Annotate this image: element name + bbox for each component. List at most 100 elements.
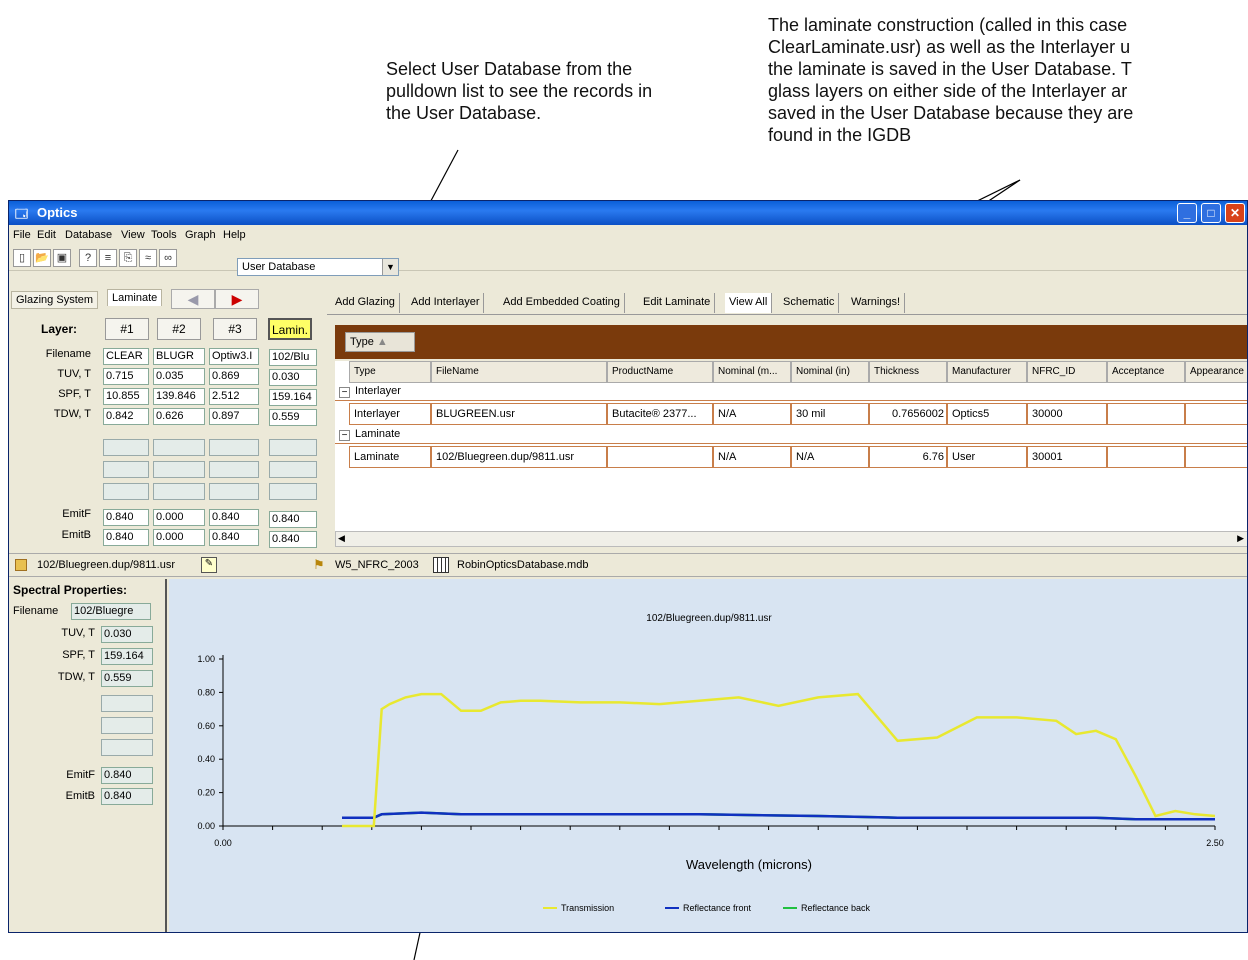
group-row-laminate[interactable]: − Laminate xyxy=(335,428,1247,444)
col-header-nfrc-id[interactable]: NFRC_ID xyxy=(1027,361,1107,383)
col-header-type[interactable]: Type xyxy=(349,361,431,383)
col-header-productname[interactable]: ProductName xyxy=(607,361,713,383)
cell-nominal-in[interactable]: 30 mil xyxy=(791,403,869,425)
menu-database[interactable]: Database xyxy=(65,229,112,241)
col-header-appearance[interactable]: Appearance xyxy=(1185,361,1247,383)
spectral-spf[interactable]: 159.164 xyxy=(101,648,153,665)
laminate-emitb[interactable]: 0.840 xyxy=(269,531,317,548)
cell-productname[interactable] xyxy=(607,446,713,468)
cell-nfrc-id[interactable]: 30000 xyxy=(1027,403,1107,425)
group-type-button[interactable]: Type ▲ xyxy=(345,332,415,352)
laminate-tdw[interactable]: 0.559 xyxy=(269,409,317,426)
cell-nfrc-id[interactable]: 30001 xyxy=(1027,446,1107,468)
binoculars-icon[interactable]: ∞ xyxy=(159,249,177,267)
layer-1-button[interactable]: #1 xyxy=(105,318,149,340)
layer1-filename[interactable]: CLEAR xyxy=(103,348,149,365)
cell-productname[interactable]: Butacite® 2377... xyxy=(607,403,713,425)
layer-2-button[interactable]: #2 xyxy=(157,318,201,340)
report-icon[interactable]: ≡ xyxy=(99,249,117,267)
export-icon[interactable]: ⎘ xyxy=(119,249,137,267)
cell-type[interactable]: Laminate xyxy=(349,446,431,468)
menu-file[interactable]: File xyxy=(13,229,31,241)
layer2-emitb[interactable]: 0.000 xyxy=(153,529,205,546)
col-header-filename[interactable]: FileName xyxy=(431,361,607,383)
help-icon[interactable]: ? xyxy=(79,249,97,267)
new-file-icon[interactable]: ▯ xyxy=(13,249,31,267)
maximize-button[interactable]: □ xyxy=(1201,203,1221,223)
laminate-spf[interactable]: 159.164 xyxy=(269,389,317,406)
group-row-interlayer[interactable]: − Interlayer xyxy=(335,385,1247,401)
tab-laminate[interactable]: Laminate xyxy=(107,289,163,306)
cell-appearance[interactable] xyxy=(1185,446,1247,468)
cell-thickness[interactable]: 0.7656002 xyxy=(869,403,947,425)
layer3-filename[interactable]: Optiw3.I xyxy=(209,348,259,365)
layer2-filename[interactable]: BLUGR xyxy=(153,348,205,365)
save-icon[interactable]: ▣ xyxy=(53,249,71,267)
layer3-emitb[interactable]: 0.840 xyxy=(209,529,259,546)
layer2-tdw[interactable]: 0.626 xyxy=(153,408,205,425)
layer3-tdw[interactable]: 0.897 xyxy=(209,408,259,425)
menu-help[interactable]: Help xyxy=(223,229,246,241)
tab-warnings[interactable]: Warnings! xyxy=(847,293,906,313)
close-button[interactable]: ✕ xyxy=(1225,203,1245,223)
cell-manufacturer[interactable]: User xyxy=(947,446,1027,468)
edit-icon[interactable]: ✎ xyxy=(201,557,217,573)
cell-nominal-m[interactable]: N/A xyxy=(713,403,791,425)
cell-nominal-in[interactable]: N/A xyxy=(791,446,869,468)
menu-view[interactable]: View xyxy=(121,229,145,241)
layer3-tuv[interactable]: 0.869 xyxy=(209,368,259,385)
spectral-emitf[interactable]: 0.840 xyxy=(101,767,153,784)
graph-icon[interactable]: ≈ xyxy=(139,249,157,267)
layer3-spf[interactable]: 2.512 xyxy=(209,388,259,405)
layer2-tuv[interactable]: 0.035 xyxy=(153,368,205,385)
col-header-nominal-m[interactable]: Nominal (m... xyxy=(713,361,791,383)
spectral-filename[interactable]: 102/Bluegre xyxy=(71,603,151,620)
move-right-button[interactable]: ▶ xyxy=(215,289,259,309)
scroll-right-icon[interactable]: ▶ xyxy=(1237,533,1244,544)
layer1-emitf[interactable]: 0.840 xyxy=(103,509,149,526)
tab-add-interlayer[interactable]: Add Interlayer xyxy=(407,293,485,313)
cell-thickness[interactable]: 6.76 xyxy=(869,446,947,468)
spectral-tuv[interactable]: 0.030 xyxy=(101,626,153,643)
collapse-icon[interactable]: − xyxy=(339,387,350,398)
tab-view-all[interactable]: View All xyxy=(725,293,773,313)
laminate-filename[interactable]: 102/Blu xyxy=(269,349,317,366)
layer2-emitf[interactable]: 0.000 xyxy=(153,509,205,526)
layer2-spf[interactable]: 139.846 xyxy=(153,388,205,405)
cell-nominal-m[interactable]: N/A xyxy=(713,446,791,468)
col-header-manufacturer[interactable]: Manufacturer xyxy=(947,361,1027,383)
menu-graph[interactable]: Graph xyxy=(185,229,216,241)
tab-edit-laminate[interactable]: Edit Laminate xyxy=(639,293,716,313)
col-header-thickness[interactable]: Thickness xyxy=(869,361,947,383)
cell-filename[interactable]: BLUGREEN.usr xyxy=(431,403,607,425)
menu-edit[interactable]: Edit xyxy=(37,229,56,241)
spectral-tdw[interactable]: 0.559 xyxy=(101,670,153,687)
scroll-left-icon[interactable]: ◀ xyxy=(338,533,345,544)
layer3-emitf[interactable]: 0.840 xyxy=(209,509,259,526)
horizontal-scrollbar[interactable]: ◀ ▶ xyxy=(335,531,1247,547)
cell-acceptance[interactable] xyxy=(1107,403,1185,425)
laminate-emitf[interactable]: 0.840 xyxy=(269,511,317,528)
open-folder-icon[interactable]: 📂 xyxy=(33,249,51,267)
layer-3-button[interactable]: #3 xyxy=(213,318,257,340)
collapse-icon[interactable]: − xyxy=(339,430,350,441)
tab-add-glazing[interactable]: Add Glazing xyxy=(331,293,400,313)
cell-acceptance[interactable] xyxy=(1107,446,1185,468)
col-header-nominal-in[interactable]: Nominal (in) xyxy=(791,361,869,383)
move-left-button[interactable]: ◀ xyxy=(171,289,215,309)
tab-glazing-system[interactable]: Glazing System xyxy=(11,291,99,309)
cell-filename[interactable]: 102/Bluegreen.dup/9811.usr xyxy=(431,446,607,468)
spectral-emitb[interactable]: 0.840 xyxy=(101,788,153,805)
minimize-button[interactable]: _ xyxy=(1177,203,1197,223)
cell-type[interactable]: Interlayer xyxy=(349,403,431,425)
chevron-down-icon[interactable]: ▼ xyxy=(382,259,398,275)
layer1-tdw[interactable]: 0.842 xyxy=(103,408,149,425)
tab-add-embedded-coating[interactable]: Add Embedded Coating xyxy=(499,293,625,313)
layer1-emitb[interactable]: 0.840 xyxy=(103,529,149,546)
layer1-tuv[interactable]: 0.715 xyxy=(103,368,149,385)
col-header-acceptance[interactable]: Acceptance xyxy=(1107,361,1185,383)
laminate-button[interactable]: Lamin. xyxy=(268,318,312,340)
database-select[interactable]: User Database ▼ xyxy=(237,258,399,276)
cell-appearance[interactable] xyxy=(1185,403,1247,425)
layer1-spf[interactable]: 10.855 xyxy=(103,388,149,405)
